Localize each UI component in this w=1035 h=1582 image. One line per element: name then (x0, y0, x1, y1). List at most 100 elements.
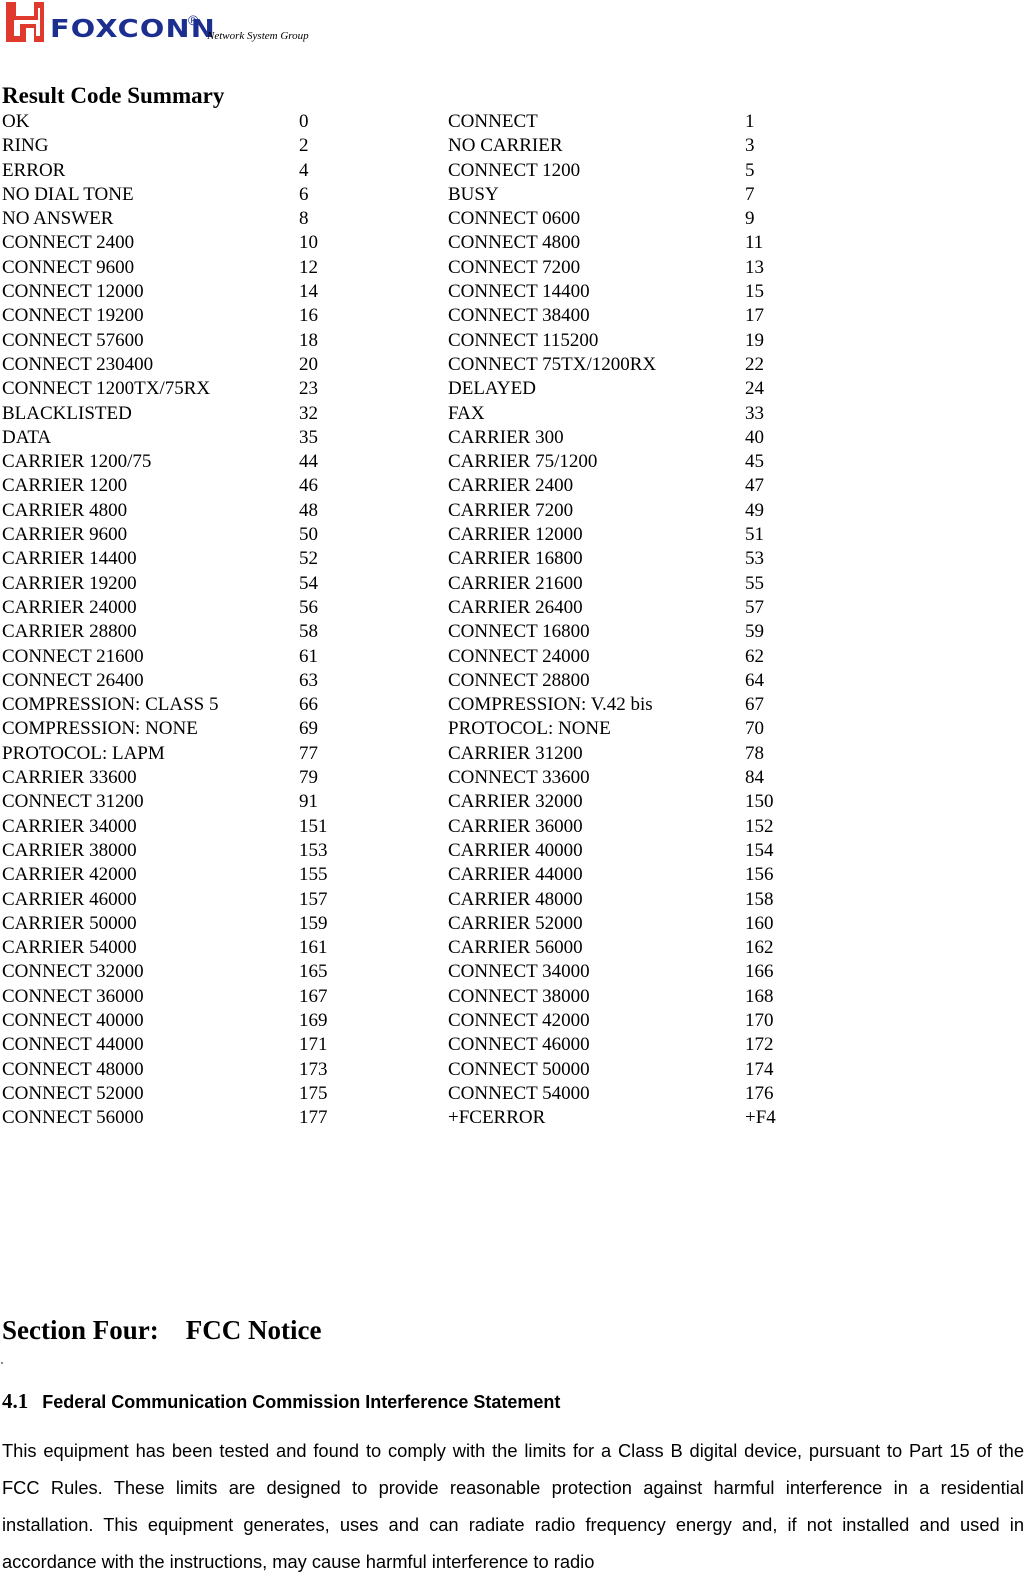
result-name: CONNECT 38400 (448, 305, 590, 327)
registered-mark: ® (188, 12, 199, 28)
result-name: CONNECT 12000 (2, 281, 144, 303)
result-name: CARRIER 42000 (2, 864, 137, 886)
result-code: 70 (745, 718, 764, 740)
result-code: 63 (299, 669, 318, 691)
result-code: 1 (745, 111, 755, 132)
result-name: CARRIER 38000 (2, 839, 137, 861)
result-name: BLACKLISTED (2, 402, 132, 424)
result-name: CARRIER 75/1200 (448, 451, 598, 473)
result-code: 155 (299, 864, 328, 886)
result-name: CARRIER 50000 (2, 912, 137, 934)
result-name: COMPRESSION: CLASS 5 (2, 694, 219, 716)
result-code: 57 (745, 596, 764, 618)
result-code: 33 (745, 402, 764, 424)
result-code: 8 (299, 208, 309, 230)
result-name: CARRIER 21600 (448, 572, 583, 594)
result-name: CARRIER 52000 (448, 912, 583, 934)
result-name: CARRIER 46000 (2, 888, 137, 910)
result-code: 32 (299, 402, 318, 424)
result-code: 152 (745, 815, 774, 837)
result-name: CARRIER 24000 (2, 596, 137, 618)
result-name: CONNECT 0600 (448, 208, 581, 230)
result-name: CARRIER 300 (448, 426, 564, 448)
result-code: 50 (299, 524, 318, 546)
result-name: DELAYED (448, 378, 536, 400)
subsection-title: Federal Communication Commission Interfe… (42, 1392, 561, 1412)
result-code: 56 (299, 596, 318, 618)
result-name: CONNECT 33600 (448, 767, 590, 789)
result-name: CONNECT 75TX/1200RX (448, 353, 657, 375)
result-code: 177 (299, 1107, 328, 1129)
result-code: 77 (299, 742, 318, 764)
result-name: +FCERROR (448, 1107, 546, 1129)
result-code: 49 (745, 499, 764, 521)
result-code: 156 (745, 864, 774, 886)
result-name: CONNECT 1200 (448, 159, 581, 181)
result-code: 19 (745, 329, 764, 351)
result-name: CONNECT 19200 (2, 305, 144, 327)
result-code: 79 (299, 767, 318, 789)
result-code: 17 (745, 305, 764, 327)
result-name: CARRIER 40000 (448, 839, 583, 861)
result-name: NO CARRIER (448, 135, 563, 157)
result-name: CONNECT 21600 (2, 645, 144, 667)
section-title: Section Four: FCC Notice (2, 1315, 322, 1345)
result-code: 159 (299, 912, 328, 934)
result-name: CONNECT 28800 (448, 669, 590, 691)
result-code: 78 (745, 742, 764, 764)
result-name: CONNECT 4800 (448, 232, 581, 254)
result-name: PROTOCOL: LAPM (2, 742, 165, 764)
result-code: 84 (745, 767, 764, 789)
result-name: CARRIER 12000 (448, 524, 583, 546)
result-name: CARRIER 56000 (448, 937, 583, 959)
result-name: CARRIER 2400 (448, 475, 574, 497)
logo-tagline: Network System Group (207, 30, 309, 42)
result-code: 22 (745, 353, 764, 375)
result-code: 170 (745, 1009, 774, 1031)
result-name: CARRIER 26400 (448, 596, 583, 618)
result-name: NO ANSWER (2, 208, 114, 230)
result-code: 4 (299, 159, 309, 181)
result-name: BUSY (448, 183, 499, 205)
result-code: 172 (745, 1034, 774, 1056)
result-name: CONNECT 34000 (448, 961, 590, 983)
result-name: CONNECT 31200 (2, 791, 144, 813)
result-name: CONNECT 230400 (2, 353, 154, 375)
result-name: DATA (2, 426, 52, 448)
result-code: 153 (299, 839, 328, 861)
result-code: 20 (299, 353, 318, 375)
result-name: CARRIER 1200/75 (2, 451, 152, 473)
result-name: COMPRESSION: V.42 bis (448, 694, 653, 716)
result-name: CONNECT 54000 (448, 1082, 590, 1104)
result-code: 53 (745, 548, 764, 570)
page-header: FOXCONN ® Network System Group (2, 2, 342, 46)
result-name: PROTOCOL: NONE (448, 718, 611, 740)
result-code: 24 (745, 378, 764, 400)
result-name: CONNECT 36000 (2, 985, 144, 1007)
result-code: 66 (299, 694, 318, 716)
result-code-summary-title: Result Code Summary (2, 83, 225, 108)
result-code: 166 (745, 961, 774, 983)
result-name: CARRIER 9600 (2, 524, 128, 546)
result-name: CARRIER 1200 (2, 475, 128, 497)
result-code: 51 (745, 524, 764, 546)
result-name: CONNECT 40000 (2, 1009, 144, 1031)
result-code: 48 (299, 499, 318, 521)
result-code: 174 (745, 1058, 774, 1080)
result-code: 9 (745, 208, 755, 230)
result-code: 45 (745, 451, 764, 473)
result-code: 150 (745, 791, 774, 813)
result-code: 13 (745, 256, 764, 278)
result-name: CONNECT 32000 (2, 961, 144, 983)
result-code: 40 (745, 426, 764, 448)
result-name: CONNECT 7200 (448, 256, 581, 278)
result-code: 158 (745, 888, 774, 910)
result-code: 16 (299, 305, 318, 327)
subsection-number: 4.1 (2, 1389, 29, 1413)
result-code: 62 (745, 645, 764, 667)
result-name: OK (2, 111, 30, 132)
result-name: CARRIER 54000 (2, 937, 137, 959)
result-code: 157 (299, 888, 328, 910)
result-name: CARRIER 28800 (2, 621, 137, 643)
fcc-statement-paragraph: This equipment has been tested and found… (2, 1440, 1024, 1572)
